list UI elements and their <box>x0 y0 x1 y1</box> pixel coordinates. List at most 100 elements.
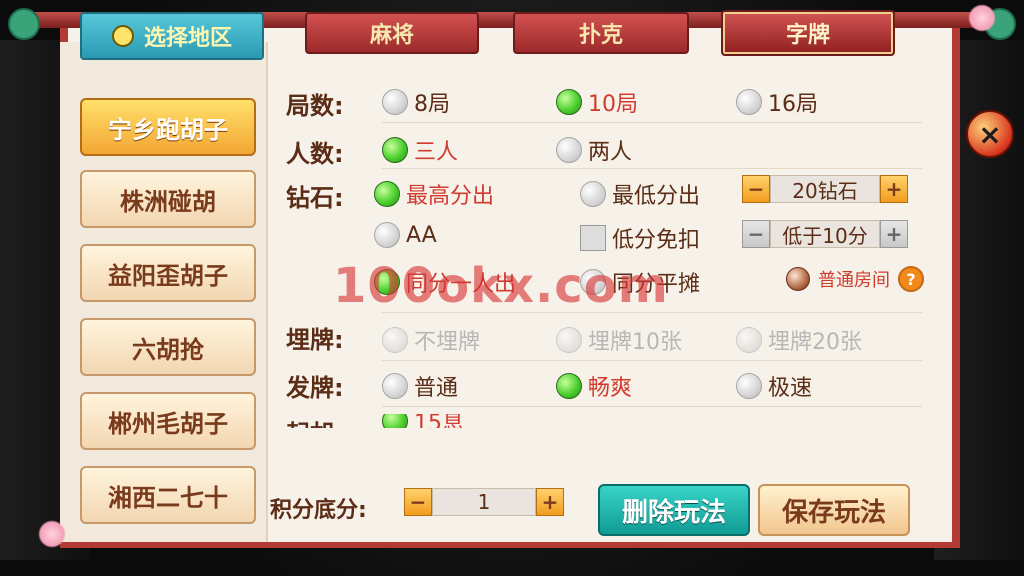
separator <box>382 122 922 123</box>
option-label: 15息 <box>414 414 464 428</box>
option-label: 埋牌20张 <box>768 330 862 355</box>
option-label: 畅爽 <box>588 376 633 401</box>
radio-on-icon <box>556 89 582 115</box>
low-score-exempt-checkbox[interactable]: 低分免扣 <box>580 222 700 254</box>
diamond-option-aa[interactable]: AA <box>374 222 437 248</box>
plus-icon[interactable]: + <box>536 488 564 516</box>
option-label: 10局 <box>588 92 638 117</box>
sidebar-item-label: 株洲碰胡 <box>120 187 216 216</box>
checkbox-icon <box>580 225 606 251</box>
delete-rules-button[interactable]: 删除玩法 <box>598 484 750 536</box>
close-icon[interactable]: × <box>966 110 1014 158</box>
rounds-option-16[interactable]: 16局 <box>736 86 818 118</box>
radio-off-icon <box>382 327 408 353</box>
sidebar-item-yiyang[interactable]: 益阳歪胡子 <box>80 244 256 302</box>
separator <box>382 168 922 169</box>
deal-label: 发牌: <box>286 374 344 402</box>
plus-icon[interactable]: + <box>880 220 908 248</box>
separator <box>382 360 922 361</box>
radio-on-icon <box>382 137 408 163</box>
flower-icon <box>968 4 996 32</box>
radio-off-icon <box>736 327 762 353</box>
option-label: 极速 <box>768 376 813 401</box>
radio-off-icon <box>382 89 408 115</box>
score-stepper[interactable]: − 1 + <box>404 488 564 516</box>
players-label: 人数: <box>286 140 344 168</box>
radio-off-icon <box>736 373 762 399</box>
diamond-amount-value: 20钻石 <box>770 175 880 203</box>
tab-poker[interactable]: 扑克 <box>513 12 689 54</box>
sidebar-item-chenzhou[interactable]: 郴州毛胡子 <box>80 392 256 450</box>
radio-off-icon <box>580 181 606 207</box>
rounds-option-10[interactable]: 10局 <box>556 86 638 118</box>
deal-option-smooth[interactable]: 畅爽 <box>556 370 632 402</box>
bury-option-none[interactable]: 不埋牌 <box>382 324 480 356</box>
sidebar-item-label: 六胡抢 <box>132 335 204 364</box>
option-label: 不埋牌 <box>414 330 481 355</box>
players-option-three[interactable]: 三人 <box>382 134 458 166</box>
sidebar-item-label: 益阳歪胡子 <box>108 261 228 290</box>
sidebar-item-zhuzhou[interactable]: 株洲碰胡 <box>80 170 256 228</box>
room-type-label: 普通房间 <box>818 270 890 291</box>
radio-off-icon <box>382 373 408 399</box>
tab-word-cards[interactable]: 字牌 <box>721 10 895 56</box>
players-option-two[interactable]: 两人 <box>556 134 632 166</box>
sidebar-item-ningxiang[interactable]: 宁乡跑胡子 <box>80 98 256 156</box>
option-label: 埋牌10张 <box>588 330 682 355</box>
option-label: AA <box>406 222 437 248</box>
save-rules-button[interactable]: 保存玩法 <box>758 484 910 536</box>
bury-option-20[interactable]: 埋牌20张 <box>736 324 862 356</box>
radio-on-icon <box>374 181 400 207</box>
option-label: 最高分出 <box>406 184 495 209</box>
tab-label: 麻将 <box>369 23 414 48</box>
option-label: 两人 <box>588 140 633 165</box>
rounds-option-8[interactable]: 8局 <box>382 86 450 118</box>
option-label: 16局 <box>768 92 818 117</box>
rod-end-left <box>8 8 40 40</box>
room-type-icon <box>786 267 810 291</box>
separator <box>382 312 922 313</box>
help-icon[interactable]: ? <box>898 266 924 292</box>
minus-icon[interactable]: − <box>742 175 770 203</box>
tab-mahjong[interactable]: 麻将 <box>305 12 479 54</box>
diamond-option-min-pay[interactable]: 最低分出 <box>580 178 700 210</box>
flower-icon <box>38 520 66 548</box>
plus-icon[interactable]: + <box>880 175 908 203</box>
sidebar-item-label: 湘西二七十 <box>108 483 228 512</box>
sidebar-item-liuhuqiang[interactable]: 六胡抢 <box>80 318 256 376</box>
bury-option-10[interactable]: 埋牌10张 <box>556 324 682 356</box>
tab-label: 扑克 <box>578 23 623 48</box>
radio-off-icon <box>374 222 400 248</box>
low-score-threshold-stepper[interactable]: − 低于10分 + <box>742 220 908 248</box>
hu-option-15[interactable]: 15息 <box>382 414 464 428</box>
score-label: 积分底分: <box>270 498 367 523</box>
option-label: 8局 <box>414 92 450 117</box>
deal-option-normal[interactable]: 普通 <box>382 370 458 402</box>
bury-label: 埋牌: <box>286 326 344 354</box>
sidebar-item-label: 郴州毛胡子 <box>108 409 228 438</box>
radio-on-icon <box>556 373 582 399</box>
radio-on-icon <box>382 414 408 428</box>
radio-off-icon <box>556 327 582 353</box>
deal-option-fast[interactable]: 极速 <box>736 370 812 402</box>
diamond-label: 钻石: <box>286 184 344 212</box>
diamond-amount-stepper[interactable]: − 20钻石 + <box>742 175 908 203</box>
radio-off-icon <box>736 89 762 115</box>
diamond-option-max-pay[interactable]: 最高分出 <box>374 178 494 210</box>
sidebar-item-label: 宁乡跑胡子 <box>108 115 228 144</box>
select-region-button[interactable]: 选择地区 <box>80 12 264 60</box>
room-type-toggle[interactable]: 普通房间 ? <box>786 266 924 292</box>
minus-icon[interactable]: − <box>404 488 432 516</box>
minus-icon[interactable]: − <box>742 220 770 248</box>
separator <box>382 406 922 407</box>
option-label: 普通 <box>414 376 459 401</box>
sidebar-item-xiangxi[interactable]: 湘西二七十 <box>80 466 256 524</box>
hu-label: 起胡 <box>286 414 334 428</box>
checkbox-label: 低分免扣 <box>612 228 701 253</box>
select-region-label: 选择地区 <box>143 26 232 51</box>
rounds-label: 局数: <box>286 92 344 120</box>
radio-off-icon <box>556 137 582 163</box>
tab-label: 字牌 <box>785 23 830 48</box>
watermark: 100okx.com <box>333 258 669 314</box>
option-label: 最低分出 <box>612 184 701 209</box>
